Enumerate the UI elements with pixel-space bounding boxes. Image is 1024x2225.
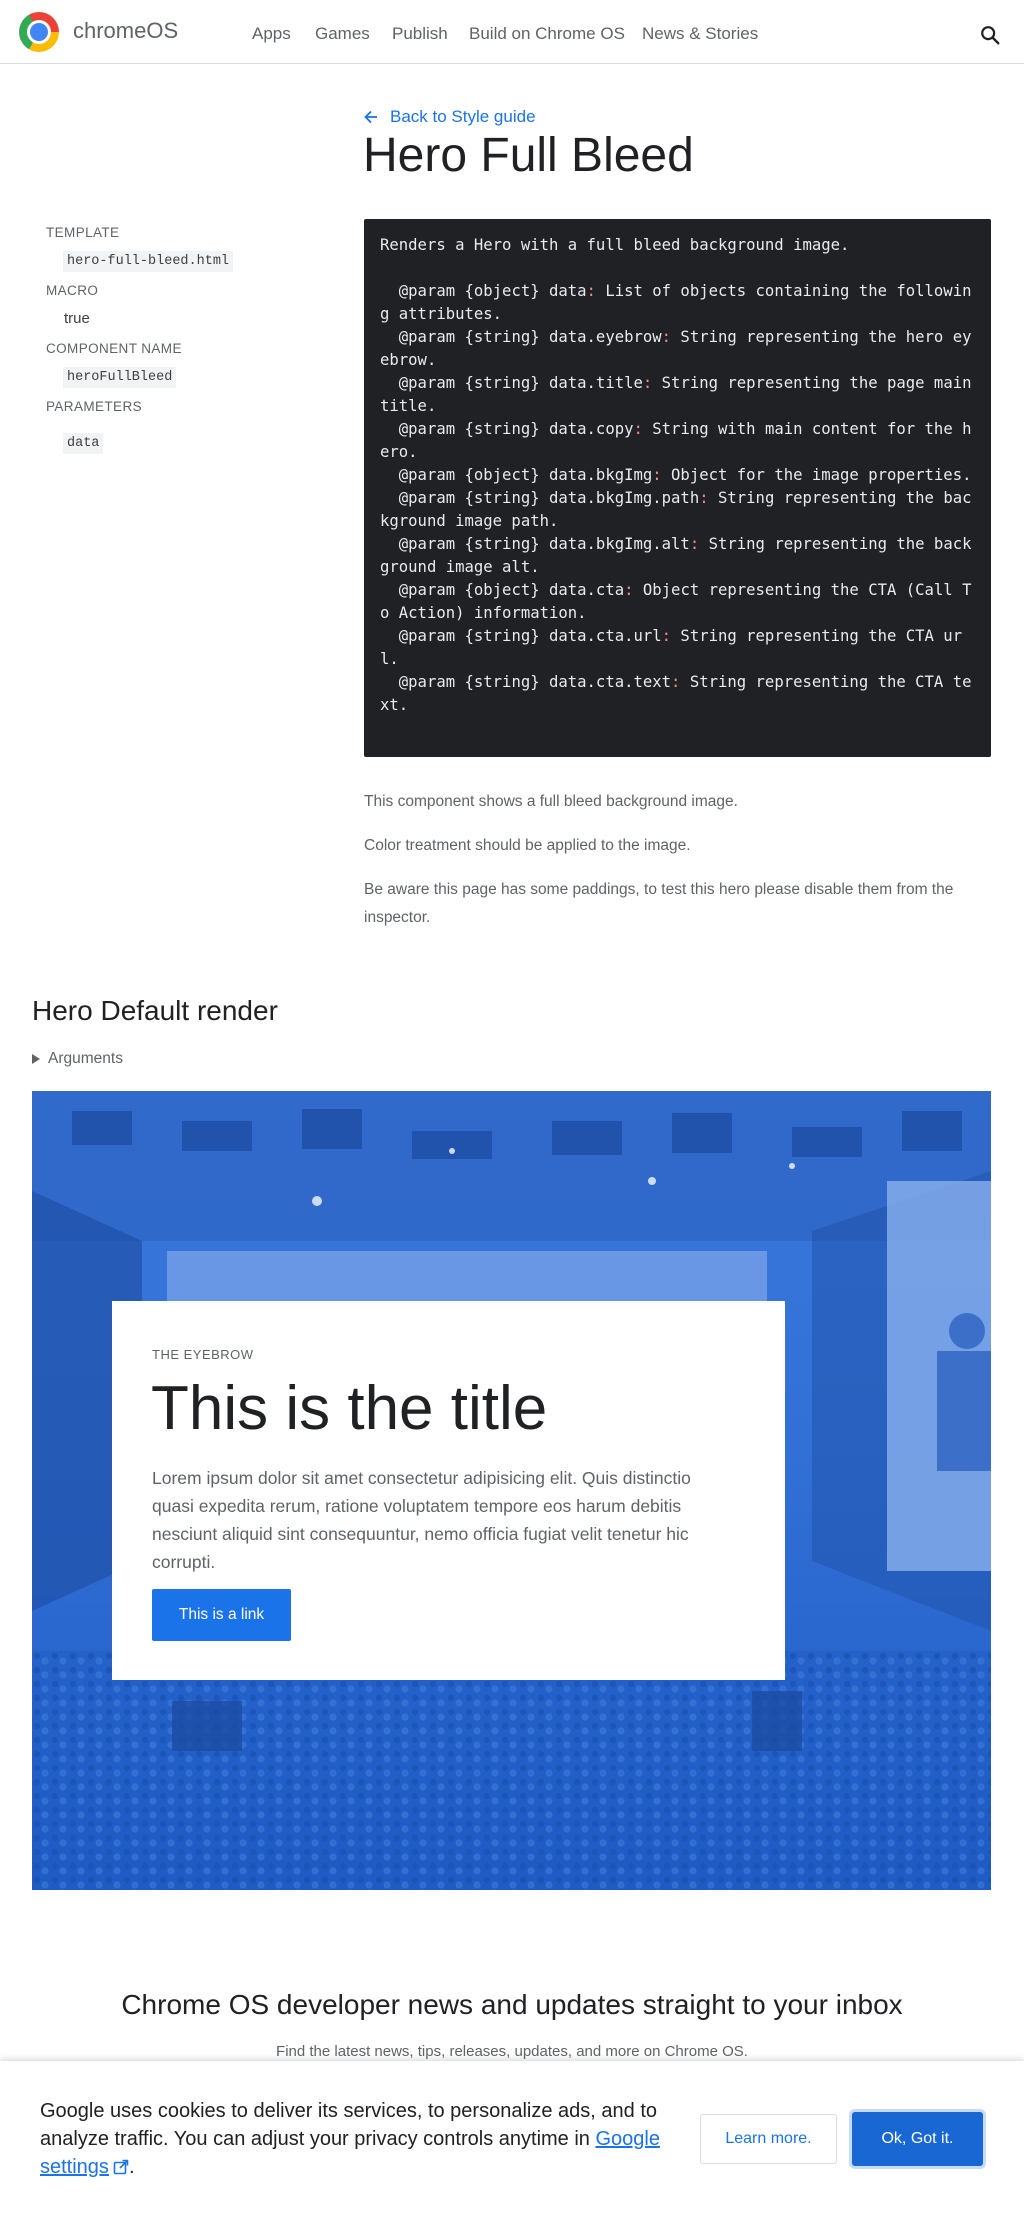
component-name-label: COMPONENT NAME [46, 341, 182, 356]
ok-got-it-button[interactable]: Ok, Got it. [852, 2112, 983, 2166]
hero-title: This is the title [151, 1374, 548, 1443]
code-param-line: @param {object} data.bkgImg: Object for … [380, 466, 972, 484]
code-param-line: @param {string} data.bkgImg.path: String… [380, 489, 972, 530]
hero-cta-button[interactable]: This is a link [152, 1589, 291, 1641]
hero-full-bleed: THE EYEBROW This is the title Lorem ipsu… [32, 1091, 991, 1890]
description-paragraph: Color treatment should be applied to the… [364, 837, 691, 854]
macro-value: true [64, 310, 90, 327]
component-name-value: heroFullBleed [63, 367, 177, 388]
disclosure-triangle-icon [32, 1054, 40, 1064]
brand-name[interactable]: chromeOS [73, 18, 178, 44]
code-param-line: @param {string} data.copy: String with m… [380, 420, 972, 461]
learn-more-button[interactable]: Learn more. [700, 2114, 837, 2164]
macro-label: MACRO [46, 283, 99, 298]
nav-item-apps[interactable]: Apps [252, 24, 291, 44]
cookie-consent-bar: Google uses cookies to deliver its servi… [0, 2061, 1024, 2225]
back-link-label: Back to Style guide [390, 107, 536, 126]
newsletter-title: Chrome OS developer news and updates str… [121, 1989, 903, 2020]
nav-item-news-stories[interactable]: News & Stories [642, 24, 758, 44]
code-intro: Renders a Hero with a full bleed backgro… [380, 236, 850, 254]
code-param-line: @param {object} data.cta: Object represe… [380, 581, 972, 622]
arrow-left-icon [364, 110, 377, 124]
code-param-line: @param {string} data.cta.url: String rep… [380, 627, 963, 668]
search-icon[interactable] [979, 24, 1001, 46]
cookie-message: Google uses cookies to deliver its servi… [40, 2100, 660, 2178]
hero-default-render-heading: Hero Default render [32, 995, 278, 1026]
nav-item-games[interactable]: Games [315, 24, 370, 44]
hero-copy: Lorem ipsum dolor sit amet consectetur a… [152, 1468, 691, 1572]
code-block: Renders a Hero with a full bleed backgro… [364, 219, 991, 757]
hero-card: THE EYEBROW This is the title Lorem ipsu… [112, 1301, 785, 1680]
external-link-icon [113, 2159, 129, 2175]
nav-item-publish[interactable]: Publish [392, 24, 448, 44]
template-value: hero-full-bleed.html [63, 251, 234, 272]
nav-item-build-on-chrome-os[interactable]: Build on Chrome OS [469, 24, 625, 44]
newsletter-subtitle: Find the latest news, tips, releases, up… [276, 2043, 748, 2060]
arguments-label: Arguments [48, 1050, 123, 1067]
description-paragraph: This component shows a full bleed backgr… [364, 793, 738, 810]
hero-eyebrow: THE EYEBROW [152, 1347, 254, 1362]
code-param-line: @param {string} data.cta.text: String re… [380, 673, 972, 714]
code-param-line: @param {string} data.bkgImg.alt: String … [380, 535, 972, 576]
template-label: TEMPLATE [46, 225, 120, 240]
code-param-line: @param {string} data.title: String repre… [380, 374, 981, 415]
chrome-logo-icon[interactable] [19, 12, 59, 52]
code-param-line: @param {object} data: List of objects co… [380, 282, 972, 323]
parameters-value: data [63, 433, 104, 454]
page-title: Hero Full Bleed [363, 129, 694, 182]
code-param-line: @param {string} data.eyebrow: String rep… [380, 328, 972, 369]
description-paragraph: Be aware this page has some paddings, to… [364, 881, 954, 926]
top-navigation-bar: chromeOS Apps Games Publish Build on Chr… [0, 0, 1024, 64]
parameters-label: PARAMETERS [46, 399, 143, 414]
